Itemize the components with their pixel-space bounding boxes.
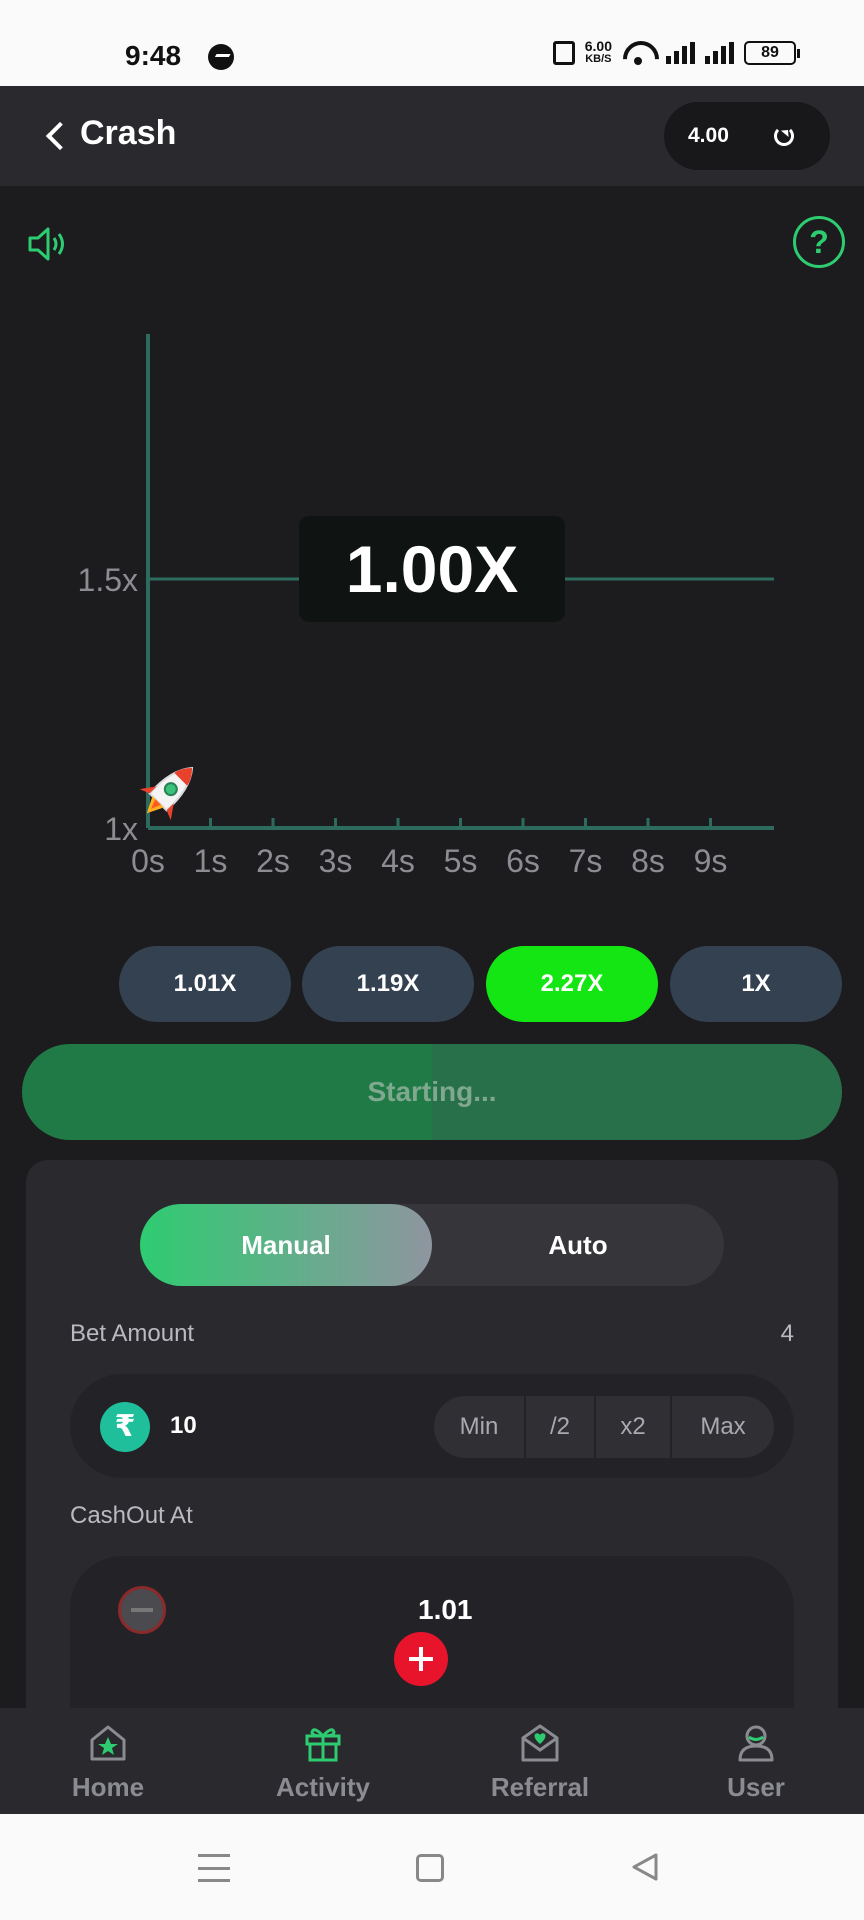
page-title: Crash <box>80 114 177 152</box>
bet-amount-input[interactable]: 10 <box>170 1412 197 1440</box>
nav-activity-label: Activity <box>276 1772 370 1802</box>
x-tick-label: 7s <box>569 843 603 879</box>
nav-user-label: User <box>727 1772 785 1802</box>
bet-amount-label: Bet Amount <box>70 1320 195 1347</box>
half-button[interactable]: /2 <box>526 1396 596 1458</box>
max-button[interactable]: Max <box>672 1396 774 1458</box>
bet-panel: Manual Auto Bet Amount 4 ₹ 10 Min /2 x2 … <box>26 1160 838 1708</box>
wifi-icon <box>622 41 656 65</box>
rocket-icon <box>139 766 194 821</box>
nav-home[interactable]: Home <box>33 1708 183 1814</box>
signal-icon <box>666 42 695 64</box>
increase-button[interactable] <box>394 1632 448 1686</box>
history-pill-4: 1X <box>670 946 842 1022</box>
x-tick-label: 6s <box>506 843 540 879</box>
status-bar: 9:48 6.00 KB/S 89 <box>0 0 864 86</box>
x-tick-label: 8s <box>631 843 665 879</box>
x-tick-label: 0s <box>131 843 165 879</box>
app-header: Crash 4.00 <box>0 86 864 186</box>
net-speed-value: 6.00 <box>584 38 612 54</box>
x-tick-label: 9s <box>694 843 728 879</box>
recents-icon[interactable] <box>198 1854 230 1882</box>
system-back-icon[interactable] <box>630 1852 660 1882</box>
start-button[interactable]: Starting... <box>22 1044 842 1140</box>
bottom-nav: Home Activity Referral User <box>0 1708 864 1814</box>
x-tick-label: 3s <box>319 843 353 879</box>
min-button[interactable]: Min <box>434 1396 526 1458</box>
nav-activity[interactable]: Activity <box>248 1708 398 1814</box>
y-tick-label: 1x <box>104 811 138 847</box>
balance-value: 4.00 <box>688 124 729 147</box>
tab-auto[interactable]: Auto <box>432 1204 724 1286</box>
history-pill-3: 2.27X <box>486 946 658 1022</box>
x-tick-label: 2s <box>256 843 290 879</box>
history-pill-1: 1.01X <box>119 946 291 1022</box>
nav-home-label: Home <box>71 1772 145 1802</box>
cashout-value[interactable]: 1.01 <box>418 1594 473 1626</box>
cashout-label: CashOut At <box>70 1502 193 1529</box>
rupee-icon: ₹ <box>100 1402 150 1452</box>
current-multiplier: 1.00X <box>299 516 565 622</box>
x-tick-label: 1s <box>194 843 228 879</box>
x-tick-label: 5s <box>444 843 478 879</box>
mode-tabs: Manual Auto <box>140 1204 724 1286</box>
nav-referral[interactable]: Referral <box>465 1708 615 1814</box>
gift-icon <box>305 1728 341 1762</box>
net-speed: 6.00 KB/S <box>584 38 612 66</box>
back-arrow-icon[interactable] <box>40 118 70 154</box>
user-icon <box>738 1725 774 1762</box>
status-icons: 6.00 KB/S 89 <box>552 38 800 66</box>
decrease-button[interactable] <box>118 1586 166 1634</box>
balance-pill[interactable]: 4.00 <box>664 102 830 170</box>
y-tick-label: 1.5x <box>78 562 138 598</box>
double-button[interactable]: x2 <box>596 1396 672 1458</box>
refresh-icon[interactable] <box>774 126 794 146</box>
system-nav-bar <box>0 1814 864 1920</box>
vibrate-icon <box>552 41 575 65</box>
signal-icon-2 <box>705 42 734 64</box>
home-icon <box>90 1725 126 1761</box>
battery-icon: 89 <box>744 41 800 65</box>
nav-referral-label: Referral <box>490 1772 590 1802</box>
bet-count: 4 <box>780 1320 794 1347</box>
bet-chips: Min /2 x2 Max <box>434 1396 774 1458</box>
crash-game-area: ? 0s 1s 2s 3s 4s 5s 6s 7s 8s 9s 1x 1.5x 1.00X <box>0 186 864 946</box>
x-tick-label: 4s <box>381 843 415 879</box>
messenger-icon <box>208 44 234 70</box>
cashout-row: 1.01 <box>70 1556 794 1708</box>
bet-amount-row: ₹ 10 Min /2 x2 Max <box>70 1374 794 1478</box>
nav-user[interactable]: User <box>681 1708 831 1814</box>
history-pill-2: 1.19X <box>302 946 474 1022</box>
home-square-icon[interactable] <box>416 1854 444 1882</box>
net-speed-unit: KB/S <box>585 53 612 65</box>
tab-manual[interactable]: Manual <box>140 1204 432 1286</box>
status-time: 9:48 <box>125 40 182 71</box>
referral-icon <box>521 1724 559 1762</box>
